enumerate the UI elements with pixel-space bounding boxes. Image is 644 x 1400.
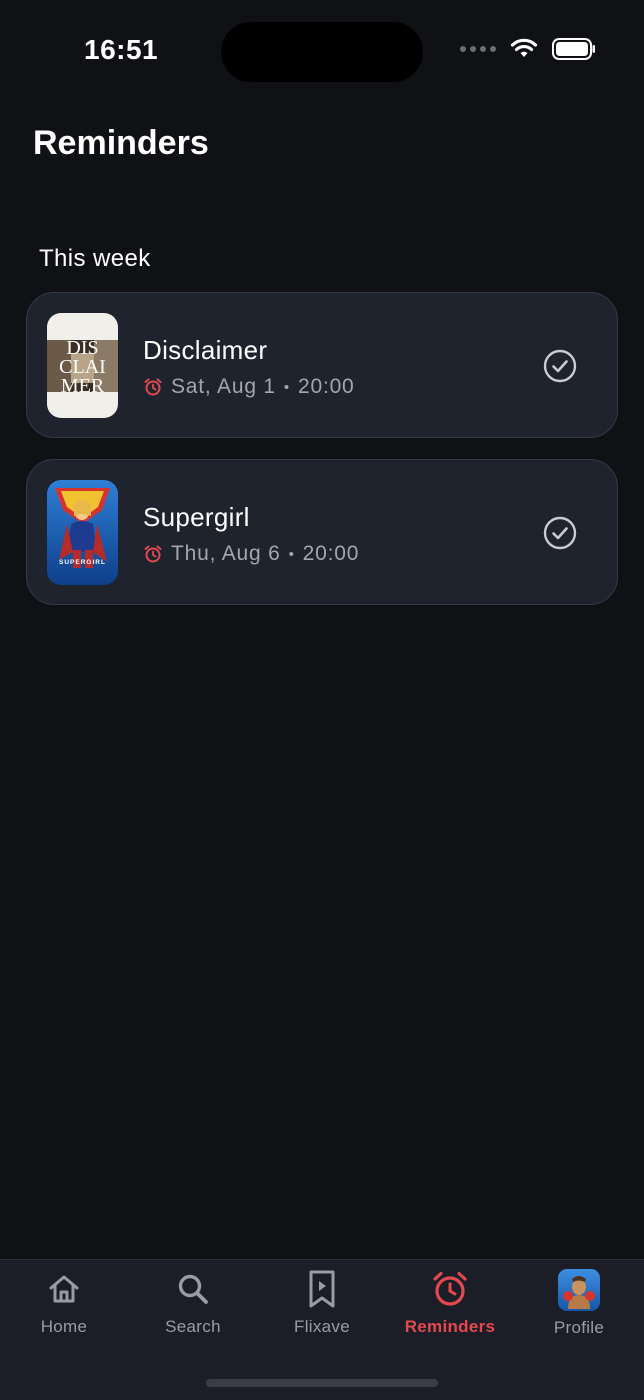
reminders-screen: 16:51 Reminders This week DIS CLAI MER D… — [0, 0, 644, 1400]
section-title: This week — [39, 245, 151, 272]
reminder-card[interactable]: SUPERGIRL Supergirl Thu, Aug 6 • 20:00 — [26, 459, 618, 605]
alarm-icon — [144, 378, 162, 396]
tab-reminders[interactable]: Reminders — [386, 1260, 514, 1360]
tab-label: Reminders — [404, 1317, 496, 1336]
reminder-time: 20:00 — [302, 542, 360, 565]
reminder-title: Supergirl — [143, 502, 250, 532]
status-icons — [460, 38, 596, 60]
movie-poster: SUPERGIRL — [47, 480, 118, 585]
status-time: 16:51 — [84, 34, 159, 65]
tab-search[interactable]: Search — [129, 1260, 257, 1360]
movie-poster: DIS CLAI MER — [47, 313, 118, 418]
tab-profile[interactable]: Profile — [515, 1260, 643, 1360]
battery-icon — [552, 38, 595, 60]
reminder-card[interactable]: DIS CLAI MER Disclaimer Sat, Aug 1 • 20:… — [26, 292, 618, 438]
avatar — [558, 1269, 600, 1311]
alarm-clock-icon — [433, 1271, 467, 1306]
reminder-day: Thu, Aug 6 — [171, 542, 281, 565]
page-title: Reminders — [33, 124, 209, 162]
reminder-schedule: Thu, Aug 6 • 20:00 — [143, 542, 359, 566]
poster-text-line: MER — [61, 375, 105, 397]
cellular-signal-icon — [460, 46, 496, 52]
check-circle-icon[interactable] — [543, 349, 577, 383]
reminder-day: Sat, Aug 1 — [171, 375, 276, 398]
wifi-icon — [510, 38, 538, 57]
tab-label: Home — [40, 1317, 88, 1336]
check-circle-icon[interactable] — [543, 516, 577, 550]
tab-label: Flixave — [294, 1317, 350, 1336]
home-icon — [49, 1275, 79, 1303]
search-icon — [178, 1274, 208, 1304]
tab-label: Profile — [553, 1318, 605, 1337]
dynamic-island — [221, 22, 423, 82]
poster-text: SUPERGIRL — [59, 559, 106, 566]
separator-dot: • — [288, 545, 295, 563]
tab-label: Search — [165, 1317, 221, 1336]
alarm-icon — [144, 545, 162, 563]
reminder-schedule: Sat, Aug 1 • 20:00 — [143, 375, 355, 399]
bookmark-icon — [309, 1270, 335, 1308]
reminder-title: Disclaimer — [143, 335, 268, 365]
tab-flixave[interactable]: Flixave — [258, 1260, 386, 1360]
home-indicator — [206, 1379, 438, 1387]
reminder-time: 20:00 — [297, 375, 355, 398]
separator-dot: • — [283, 378, 290, 396]
tab-home[interactable]: Home — [0, 1260, 128, 1360]
